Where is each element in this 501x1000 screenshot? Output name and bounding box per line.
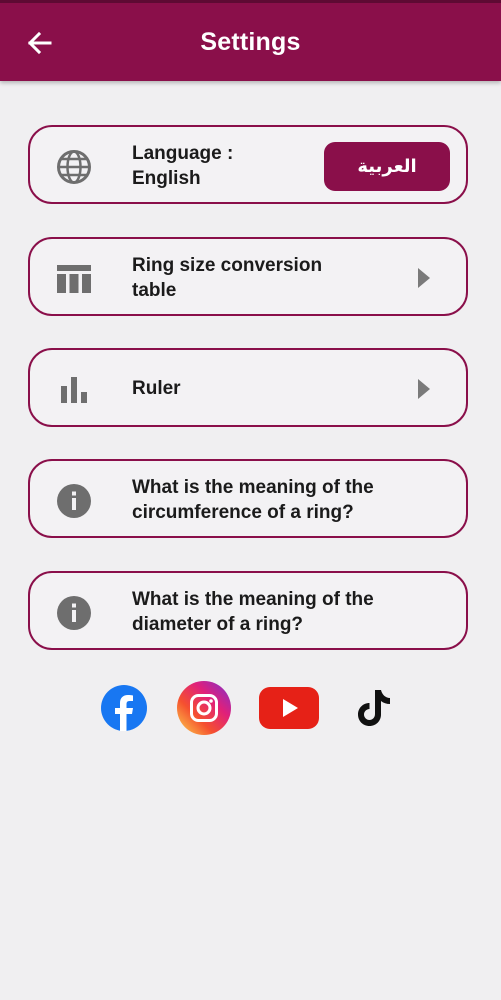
status-strip bbox=[0, 0, 501, 3]
chevron-right-icon bbox=[418, 268, 430, 288]
instagram-icon[interactable] bbox=[176, 680, 232, 736]
ruler-item[interactable]: Ruler bbox=[28, 348, 468, 427]
app-bar: Settings bbox=[0, 0, 501, 81]
info-icon bbox=[56, 483, 92, 519]
ruler-label: Ruler bbox=[132, 378, 181, 399]
info-icon bbox=[56, 595, 92, 631]
page-title: Settings bbox=[200, 28, 301, 56]
youtube-icon[interactable] bbox=[258, 680, 320, 736]
ring-size-label: Ring size conversion table bbox=[132, 255, 323, 301]
arabic-language-button[interactable]: العربية bbox=[324, 142, 450, 191]
language-setting: Language : English العربية bbox=[28, 125, 468, 204]
globe-icon bbox=[56, 149, 92, 185]
chevron-right-icon bbox=[418, 379, 430, 399]
bar-chart-icon bbox=[56, 372, 92, 408]
diameter-info-item[interactable]: What is the meaning of the diameter of a… bbox=[28, 571, 468, 650]
table-icon bbox=[56, 261, 92, 297]
tiktok-icon[interactable] bbox=[348, 680, 404, 736]
language-label: Language : English bbox=[132, 143, 234, 189]
facebook-icon[interactable] bbox=[96, 680, 152, 736]
circumference-label: What is the meaning of the circumference… bbox=[132, 477, 374, 523]
ring-size-conversion-item[interactable]: Ring size conversion table bbox=[28, 237, 468, 316]
circumference-info-item[interactable]: What is the meaning of the circumference… bbox=[28, 459, 468, 538]
diameter-label: What is the meaning of the diameter of a… bbox=[132, 589, 374, 635]
